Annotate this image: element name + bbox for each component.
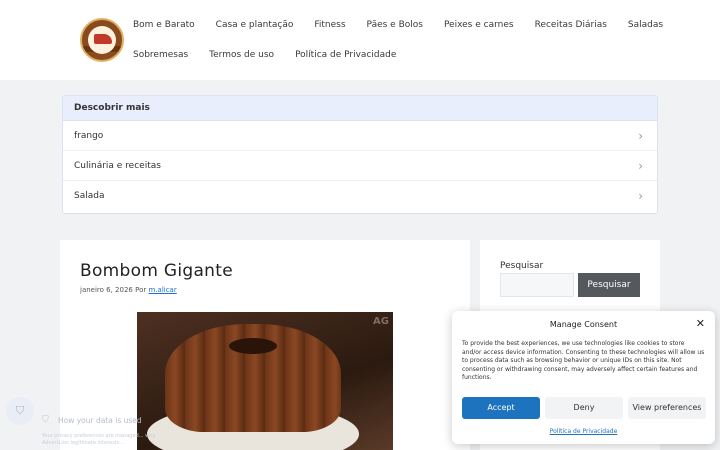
post-date: janeiro 6, 2026: [80, 286, 133, 294]
post-title[interactable]: Bombom Gigante: [80, 261, 233, 281]
discover-item-label: Culinária e receitas: [74, 160, 161, 171]
nav-item-casa-e-plantacao[interactable]: Casa e plantação: [216, 20, 294, 30]
shield-icon: ⛉: [42, 415, 49, 425]
cake-slice-icon: [94, 34, 112, 44]
nav-item-fitness[interactable]: Fitness: [314, 20, 345, 30]
consent-dialog: Manage Consent ✕ To provide the best exp…: [452, 311, 715, 444]
chevron-right-icon: ›: [638, 189, 643, 203]
nav-item-peixes-e-carnes[interactable]: Peixes e carnes: [444, 20, 514, 30]
nav-item-receitas-diarias[interactable]: Receitas Diárias: [535, 20, 607, 30]
close-icon[interactable]: ✕: [696, 317, 705, 330]
post-author-link[interactable]: m.alicar: [148, 286, 176, 294]
discover-item-label: Salada: [74, 191, 105, 201]
nav-item-saladas[interactable]: Saladas: [628, 20, 663, 30]
accept-button[interactable]: Accept: [462, 397, 540, 419]
site-header: Bom e Barato Casa e plantação Fitness Pã…: [0, 0, 720, 80]
discover-item-label: frango: [74, 130, 104, 141]
discover-item-culinaria[interactable]: Culinária e receitas ›: [63, 151, 657, 181]
post-meta: janeiro 6, 2026 Por m.alicar: [80, 286, 177, 294]
nav-row-2: Sobremesas Termos de uso Política de Pri…: [133, 40, 613, 70]
discover-more-box: Descobrir mais frango › Culinária e rece…: [62, 95, 658, 214]
privacy-hint: ⛉ How your data is used Your privacy pre…: [42, 415, 162, 447]
nav-item-termos-de-uso[interactable]: Termos de uso: [209, 50, 274, 60]
nav-item-bom-e-barato[interactable]: Bom e Barato: [133, 20, 195, 30]
main-nav: Bom e Barato Casa e plantação Fitness Pã…: [133, 10, 663, 70]
privacy-shield-icon[interactable]: ⛉: [6, 397, 34, 425]
site-logo[interactable]: [80, 18, 124, 62]
nav-row-1: Bom e Barato Casa e plantação Fitness Pã…: [133, 10, 663, 40]
consent-text: To provide the best experiences, we use …: [462, 340, 705, 381]
chevron-right-icon: ›: [638, 158, 643, 173]
nav-item-politica-privacidade[interactable]: Política de Privacidade: [295, 50, 396, 60]
discover-title: Descobrir mais: [63, 96, 657, 121]
discover-item-salada[interactable]: Salada ›: [63, 181, 657, 211]
discover-item-frango[interactable]: frango ›: [63, 121, 657, 151]
chevron-right-icon: ›: [638, 128, 643, 143]
deny-button[interactable]: Deny: [545, 397, 623, 419]
view-preferences-button[interactable]: View preferences: [628, 397, 706, 419]
consent-title: Manage Consent: [549, 320, 618, 329]
privacy-hint-title: How your data is used: [58, 416, 142, 425]
search-label: Pesquisar: [500, 261, 544, 271]
privacy-policy-link[interactable]: Política de Privacidade: [452, 428, 715, 435]
nav-item-paes-e-bolos[interactable]: Pães e Bolos: [367, 20, 423, 30]
image-watermark: AG: [373, 316, 389, 327]
post-by: Por: [135, 286, 147, 294]
search-button[interactable]: Pesquisar: [578, 273, 640, 297]
privacy-hint-text: Your privacy preferences are managed... …: [42, 433, 156, 446]
nav-item-sobremesas[interactable]: Sobremesas: [133, 50, 188, 60]
cake-center-hole: [229, 338, 277, 354]
search-input[interactable]: [500, 273, 574, 297]
post-image[interactable]: AG: [137, 312, 393, 450]
